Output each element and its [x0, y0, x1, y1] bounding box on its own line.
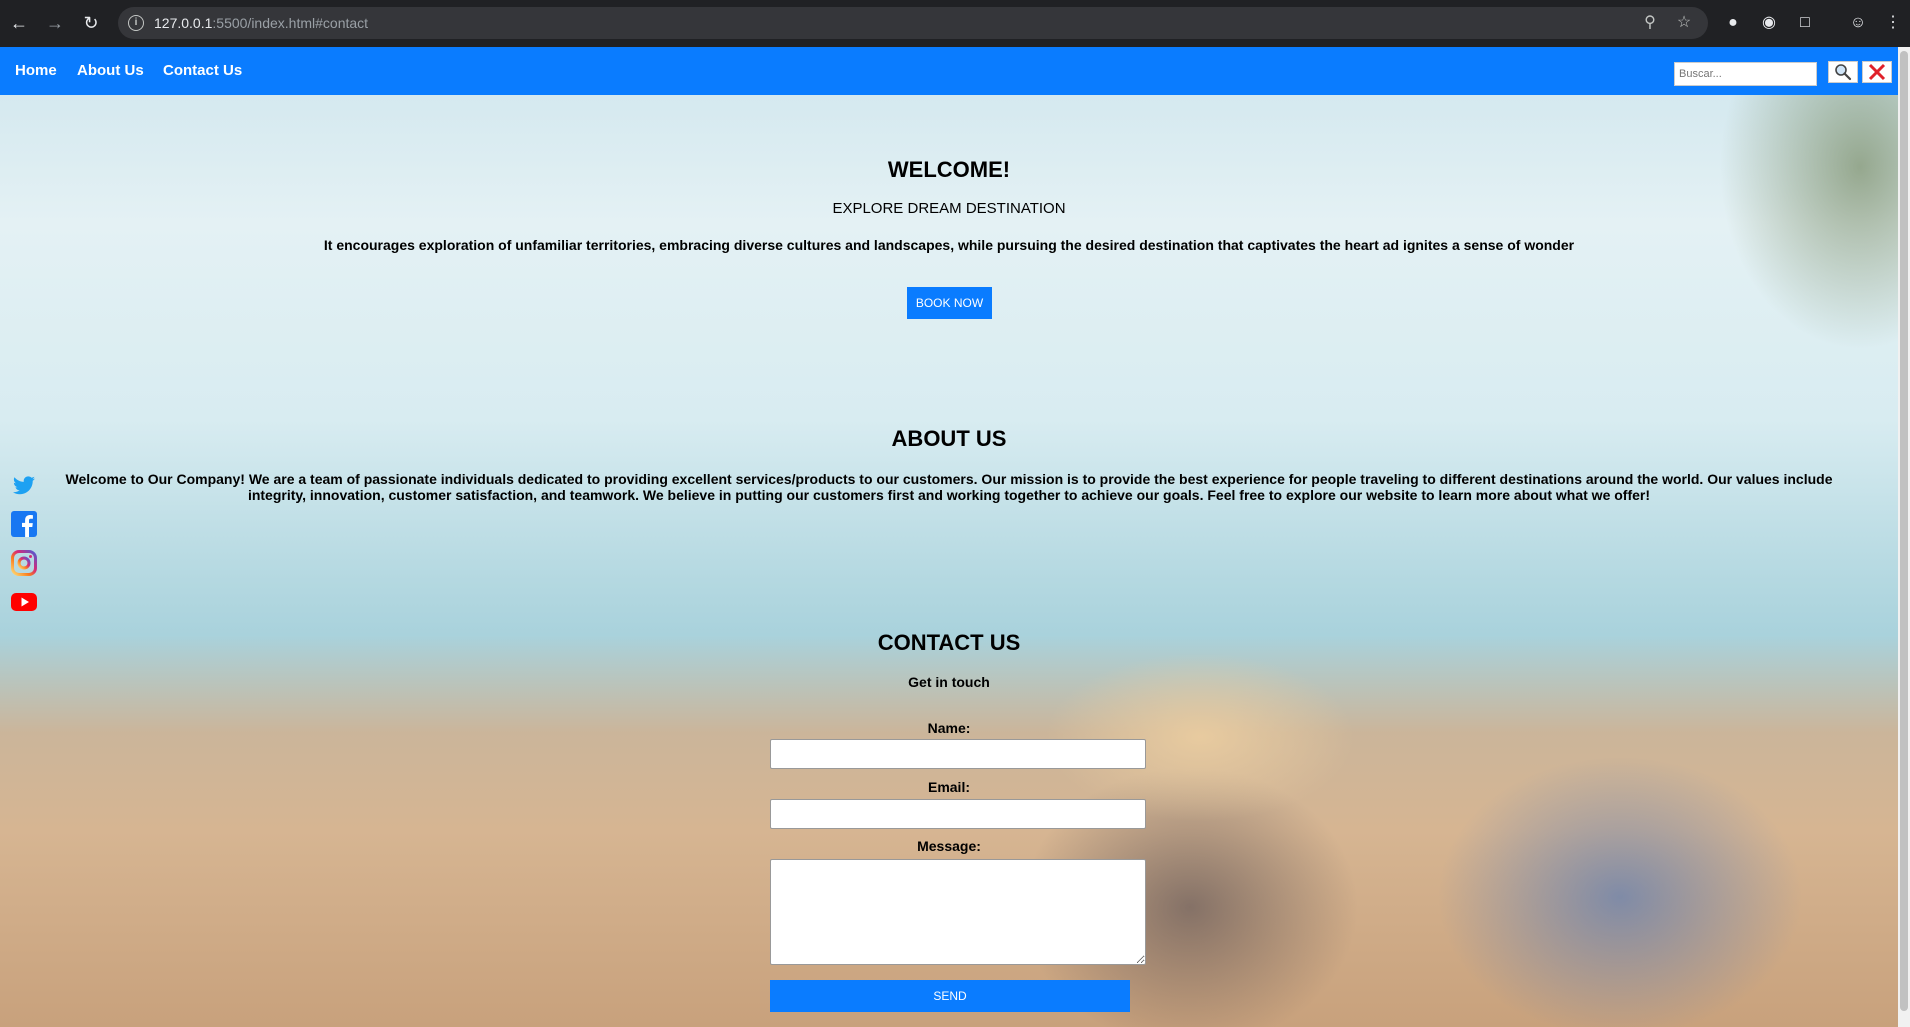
- navbar: Home About Us Contact Us: [0, 47, 1910, 95]
- contact-subtitle: Get in touch: [908, 674, 990, 690]
- book-now-button[interactable]: BOOK NOW: [907, 287, 992, 319]
- send-button[interactable]: SEND: [770, 980, 1130, 1012]
- address-bar[interactable]: i 127.0.0.1:5500/index.html#contact ⚲ ☆: [118, 7, 1708, 39]
- close-search-button[interactable]: [1862, 61, 1892, 83]
- contact-title: CONTACT US: [877, 630, 1021, 655]
- url-path: :5500/index.html#contact: [212, 15, 369, 31]
- email-label: Email:: [927, 779, 970, 795]
- profile-icon[interactable]: ☺: [1847, 12, 1869, 34]
- search-button[interactable]: [1828, 61, 1858, 83]
- welcome-text: It encourages exploration of unfamiliar …: [323, 237, 1575, 253]
- back-icon[interactable]: ←: [8, 12, 30, 34]
- menu-dots-icon[interactable]: ⋮: [1882, 12, 1904, 34]
- url-text: 127.0.0.1:5500/index.html#contact: [154, 15, 368, 31]
- search-icon: [1835, 64, 1852, 81]
- close-icon: [1868, 63, 1886, 81]
- page-scrollbar[interactable]: [1898, 47, 1910, 1027]
- name-field[interactable]: [770, 739, 1146, 769]
- reload-icon[interactable]: ↻: [80, 12, 102, 34]
- youtube-icon[interactable]: [11, 589, 37, 615]
- welcome-subtitle: EXPLORE DREAM DESTINATION: [832, 200, 1066, 217]
- url-host: 127.0.0.1: [154, 15, 213, 31]
- instagram-icon[interactable]: [11, 550, 37, 576]
- site-info-icon[interactable]: i: [128, 15, 144, 31]
- about-title: ABOUT US: [891, 426, 1007, 451]
- message-field[interactable]: [770, 859, 1146, 965]
- extension-icon[interactable]: ●: [1722, 12, 1744, 34]
- page-viewport: Home About Us Contact Us Buscar... WELCO…: [0, 47, 1910, 1027]
- forward-icon[interactable]: →: [44, 12, 66, 34]
- browser-toolbar: ← → ↻ i 127.0.0.1:5500/index.html#contac…: [0, 0, 1910, 47]
- extensions-puzzle-icon[interactable]: □: [1794, 12, 1816, 34]
- welcome-title: WELCOME!: [887, 157, 1011, 182]
- extension-globe-icon[interactable]: ◉: [1758, 12, 1780, 34]
- scrollbar-thumb[interactable]: [1900, 51, 1908, 1011]
- about-text: Welcome to Our Company! We are a team of…: [65, 471, 1833, 503]
- twitter-icon[interactable]: [11, 472, 37, 498]
- nav-about-link[interactable]: About Us: [77, 62, 144, 79]
- nav-home-link[interactable]: Home: [15, 62, 57, 79]
- name-label: Name:: [927, 720, 971, 736]
- facebook-icon[interactable]: [11, 511, 37, 537]
- message-label: Message:: [917, 838, 981, 854]
- nav-contact-link[interactable]: Contact Us: [163, 62, 242, 79]
- search-input[interactable]: [1674, 62, 1817, 86]
- email-field[interactable]: [770, 799, 1146, 829]
- bookmark-star-icon[interactable]: ☆: [1674, 13, 1694, 33]
- zoom-icon[interactable]: ⚲: [1640, 13, 1660, 33]
